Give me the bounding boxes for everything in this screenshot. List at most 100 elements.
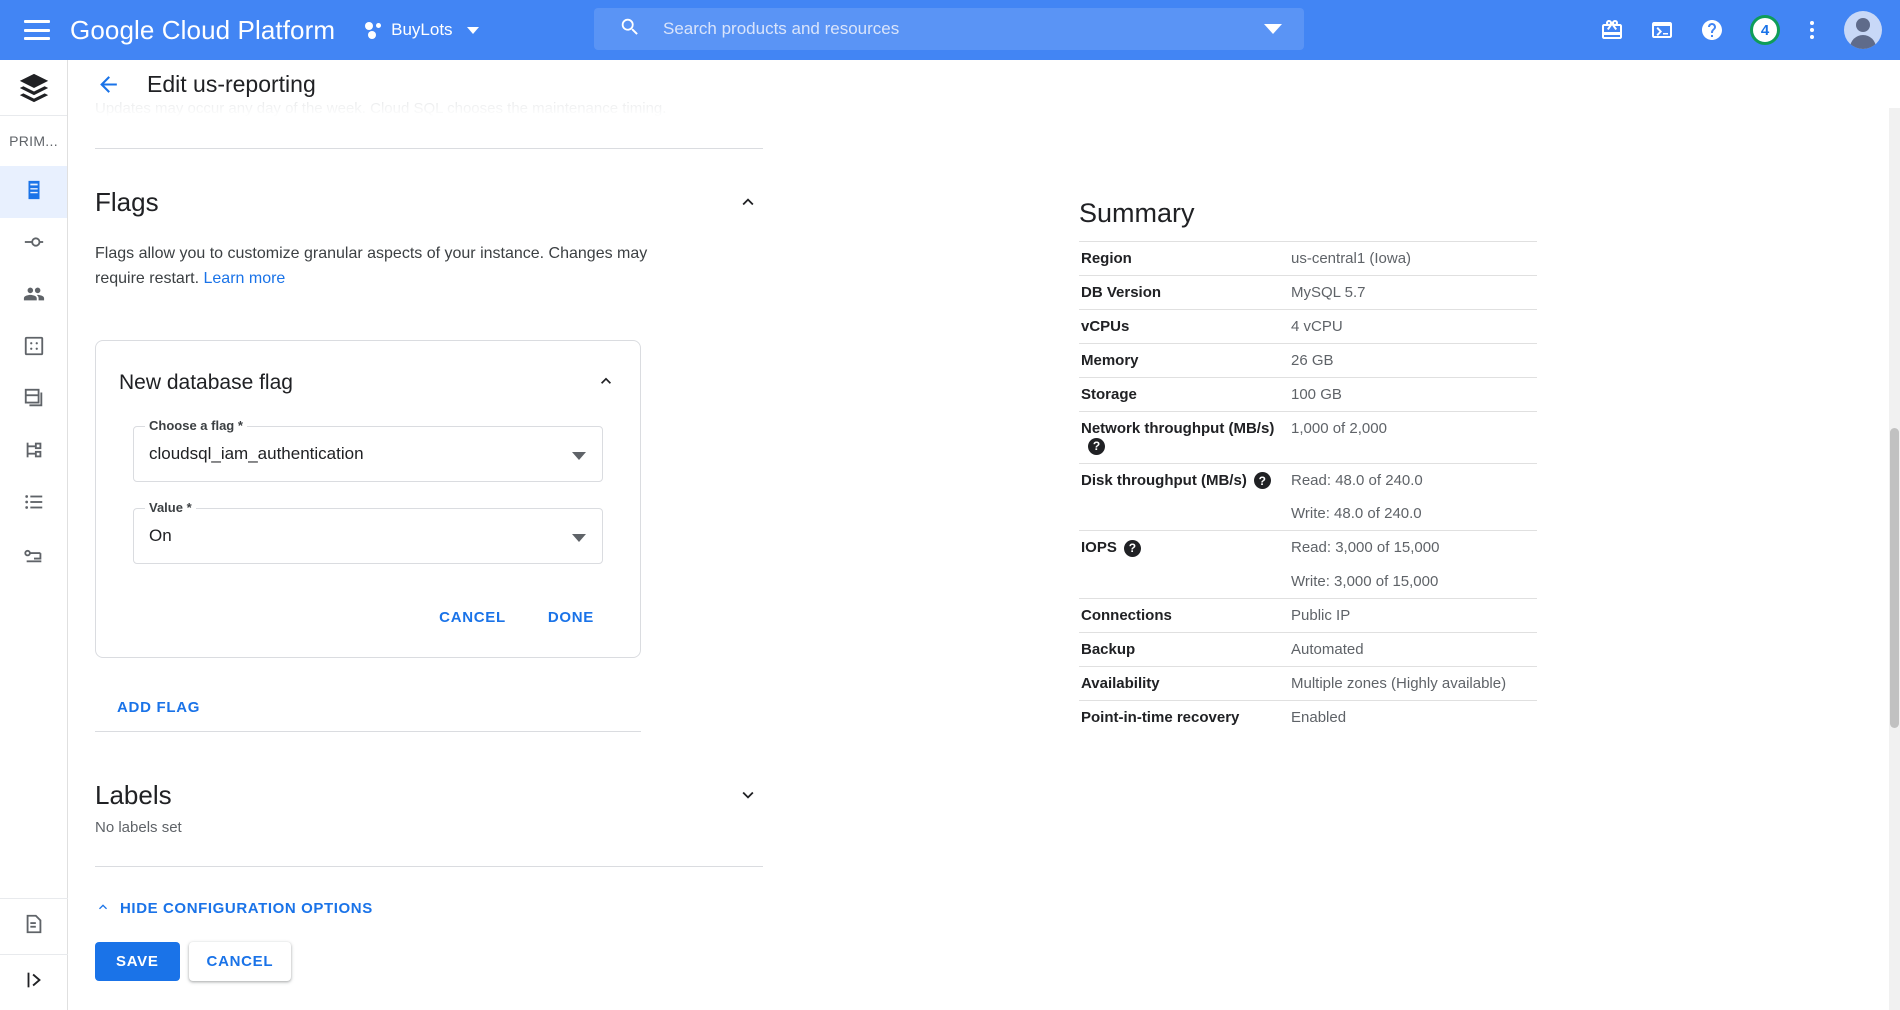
project-selector[interactable]: BuyLots (365, 20, 479, 40)
new-flag-card-actions: CANCEL DONE (116, 564, 620, 657)
cloud-sql-logo-icon[interactable] (0, 60, 67, 116)
help-icon[interactable]: ? (1123, 539, 1141, 557)
summary-row: vCPUs 4 vCPU (1079, 309, 1537, 344)
notification-badge[interactable]: 4 (1750, 15, 1780, 45)
help-icon[interactable]: ? (1088, 437, 1105, 455)
summary-row: Memory 26 GB (1079, 343, 1537, 378)
sidebar-item-operations[interactable] (0, 478, 67, 530)
help-icon[interactable] (1700, 18, 1724, 42)
sidebar-item-users[interactable] (0, 270, 67, 322)
product-title: Google Cloud Platform (70, 14, 336, 45)
summary-row: Region us-central1 (Iowa) (1079, 241, 1537, 276)
scrollbar-thumb[interactable] (1890, 428, 1899, 728)
new-flag-card-title: New database flag (119, 371, 293, 395)
search-bar[interactable] (594, 8, 1304, 50)
backup-icon (23, 387, 45, 414)
bottom-action-bar: SAVE CANCEL (95, 941, 763, 981)
vertical-scrollbar[interactable] (1889, 108, 1900, 1010)
choose-a-flag-select[interactable]: Choose a flag * cloudsql_iam_authenticat… (133, 417, 603, 482)
rail-section-label: PRIM... (9, 133, 58, 149)
summary-table: Region us-central1 (Iowa) DB Version MySQL … (1079, 241, 1537, 734)
summary-row: DB Version MySQL 5.7 (1079, 275, 1537, 310)
save-button[interactable]: SAVE (95, 941, 180, 981)
release-notes-button[interactable] (0, 898, 68, 954)
flag-value-select[interactable]: Value * On (133, 499, 603, 564)
flags-chevron-up-icon[interactable] (733, 187, 763, 222)
summary-row-value: Automated (1291, 640, 1364, 658)
connection-icon (23, 231, 45, 258)
back-arrow-icon[interactable] (96, 72, 121, 97)
summary-row: Storage 100 GB (1079, 377, 1537, 412)
summary-row-label-empty (1079, 565, 1289, 599)
hide-configuration-options-button[interactable]: HIDE CONFIGURATION OPTIONS (95, 899, 373, 919)
summary-row-label: Connections (1081, 606, 1172, 624)
new-flag-card-header: New database flag (116, 361, 620, 400)
note-add-icon (23, 913, 45, 940)
top-bar-icons: 4 (1600, 0, 1882, 60)
help-icon[interactable]: ? (1253, 472, 1271, 490)
database-icon (23, 179, 45, 206)
flag-cancel-button[interactable]: CANCEL (427, 600, 518, 635)
labels-section: Labels No labels set (95, 780, 763, 836)
summary-row-label: Network throughput (MB/s)? (1081, 420, 1275, 455)
flags-description: Flags allow you to customize granular as… (95, 242, 670, 292)
avatar[interactable] (1844, 11, 1882, 49)
summary-row-value: 4 vCPU (1291, 318, 1343, 335)
summary-row-value: us-central1 (Iowa) (1291, 250, 1412, 267)
search-chevron-down-icon[interactable] (1264, 24, 1282, 34)
cancel-button[interactable]: CANCEL (188, 941, 292, 981)
summary-row: Availability Multiple zones (Highly avail… (1079, 666, 1537, 700)
summary-row-value: Public IP (1291, 606, 1351, 624)
hide-options-chevron-up-icon (95, 899, 111, 919)
choose-a-flag-label: Choose a flag * (145, 417, 247, 433)
labels-chevron-down-icon[interactable] (733, 780, 763, 815)
labels-text-group: Labels No labels set (95, 780, 182, 836)
flag-value-label: Value * (145, 499, 196, 515)
left-column: Flags Flags allow you to customize granu… (95, 120, 763, 981)
gift-icon[interactable] (1600, 18, 1624, 42)
key-icon (23, 543, 45, 570)
summary-row-label: Point-in-time recovery (1081, 708, 1240, 726)
sidebar-item-replicas[interactable] (0, 426, 67, 478)
sidebar-item-migrations[interactable] (0, 530, 67, 582)
flags-title: Flags (95, 187, 159, 217)
flag-value-chevron-down-icon (572, 533, 586, 542)
flag-done-button[interactable]: DONE (536, 600, 606, 635)
summary-row-label: Storage (1081, 386, 1137, 403)
summary-row-extra: Write: 3,000 of 15,000 (1079, 565, 1537, 599)
kebab-menu-icon[interactable] (1806, 17, 1818, 43)
flags-section-header: Flags (95, 187, 763, 222)
flag-value-value: On (149, 525, 172, 545)
summary-row-label-empty (1079, 497, 1289, 531)
summary-row-value: 26 GB (1291, 352, 1334, 369)
page-title: Edit us-reporting (147, 70, 316, 97)
hamburger-menu-icon[interactable] (24, 20, 50, 40)
expand-rail-button[interactable] (0, 954, 68, 1010)
flags-description-text: Flags allow you to customize granular as… (95, 245, 648, 287)
cloud-shell-icon[interactable] (1650, 18, 1674, 42)
summary-row-value: Write: 3,000 of 15,000 (1291, 572, 1439, 590)
add-flag-button[interactable]: ADD FLAG (103, 690, 214, 725)
sidebar-item-overview[interactable] (0, 166, 67, 218)
sidebar-item-connections[interactable] (0, 218, 67, 270)
summary-title: Summary (1079, 198, 1195, 228)
summary-row: IOPS? Read: 3,000 of 15,000 (1079, 530, 1537, 565)
users-icon (23, 283, 45, 310)
chevron-down-icon (466, 26, 479, 34)
search-input[interactable] (663, 19, 1264, 39)
summary-row-label: Region (1081, 250, 1132, 267)
sidebar-item-backups[interactable] (0, 374, 67, 426)
search-icon (619, 16, 641, 43)
summary-row-value: Write: 48.0 of 240.0 (1291, 505, 1422, 523)
new-flag-chevron-up-icon[interactable] (592, 367, 620, 400)
divider-bottom (95, 865, 763, 867)
learn-more-link[interactable]: Learn more (204, 270, 286, 287)
rail-bottom-items (0, 898, 68, 1010)
labels-subtitle: No labels set (95, 818, 182, 836)
summary-row-value: Enabled (1291, 708, 1347, 726)
sidebar-item-databases[interactable] (0, 322, 67, 374)
summary-row-label: DB Version (1081, 284, 1162, 301)
summary-row: Backup Automated (1079, 632, 1537, 666)
choose-a-flag-value: cloudsql_iam_authentication (149, 443, 364, 463)
project-dots-icon (365, 21, 382, 39)
